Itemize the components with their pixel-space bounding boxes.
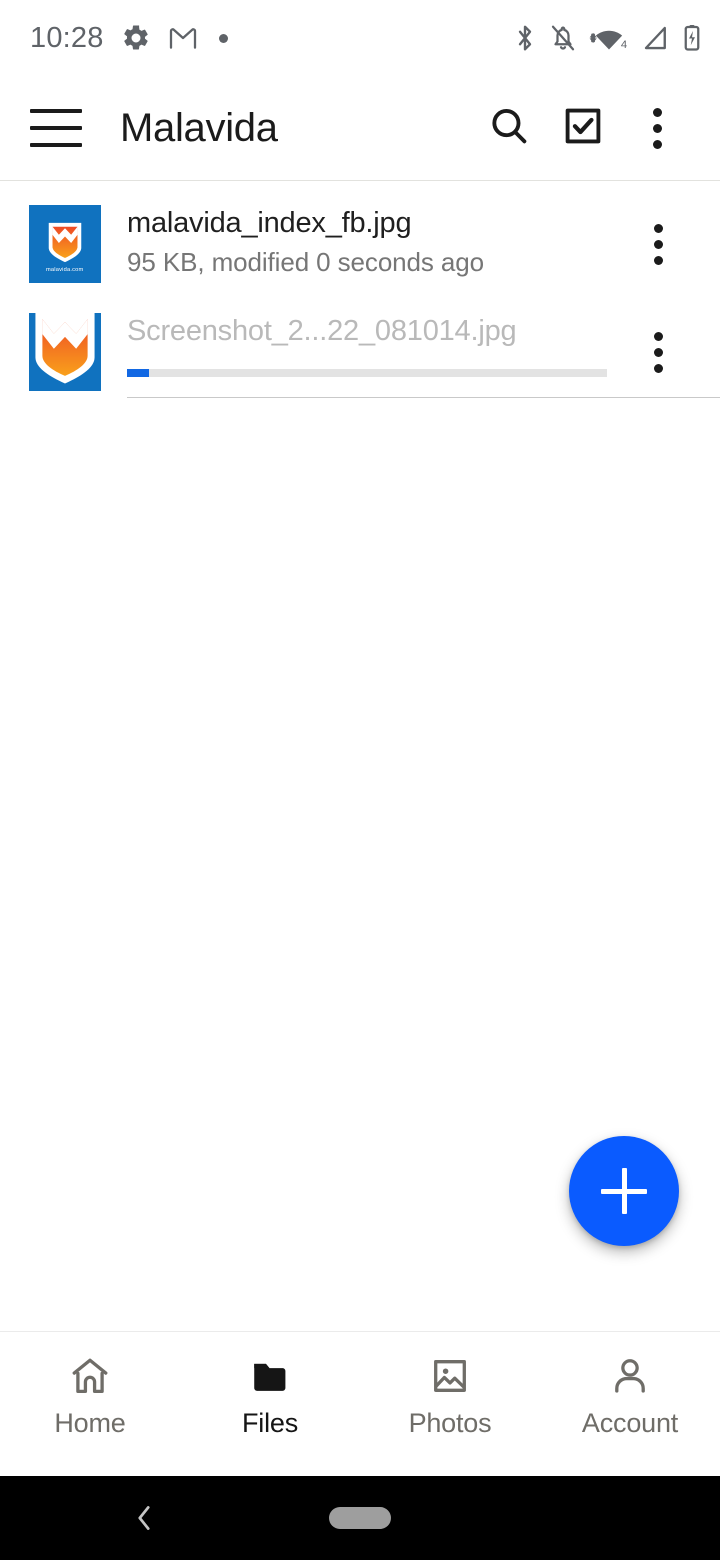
list-divider [127, 397, 720, 398]
status-clock: 10:28 [30, 21, 104, 54]
home-indicator-pill[interactable] [329, 1507, 391, 1529]
file-thumbnail: malavida.com [29, 205, 101, 283]
nav-item-photos[interactable]: Photos [360, 1354, 540, 1437]
folder-icon [248, 1354, 292, 1398]
more-vertical-icon [653, 331, 663, 373]
more-vertical-icon [652, 107, 662, 149]
upload-progress-bar [127, 369, 607, 378]
wifi-count-label: 4 [621, 39, 627, 51]
nav-label-account: Account [581, 1408, 679, 1438]
file-thumbnail: malavida.com [29, 313, 101, 391]
nav-label-photos: Photos [408, 1408, 492, 1438]
file-name: Screenshot_2...22_081014.jpg [127, 315, 517, 347]
system-navigation-bar [0, 1476, 720, 1560]
file-name: malavida_index_fb.jpg [127, 207, 412, 239]
bottom-navigation: Home Files Photos Account [0, 1331, 720, 1476]
back-chevron-icon[interactable] [124, 1498, 164, 1538]
nav-item-files[interactable]: Files [180, 1354, 360, 1437]
cell-signal-icon [641, 23, 671, 53]
bluetooth-icon [512, 23, 538, 53]
table-row[interactable]: malavida.com Screenshot_2...22_081014.jp… [0, 289, 720, 397]
app-bar: Malavida [0, 76, 720, 181]
file-row-menu-button[interactable] [622, 205, 694, 283]
status-bar: 10:28 4 [0, 0, 720, 76]
page-title: Malavida [120, 105, 278, 150]
file-subtitle: 95 KB, modified 0 seconds ago [127, 247, 484, 278]
table-row[interactable]: malavida.com malavida_index_fb.jpg 95 KB… [0, 181, 720, 289]
notification-dot-icon [218, 33, 228, 43]
gmail-icon [168, 26, 198, 50]
file-row-menu-button[interactable] [622, 313, 694, 391]
file-list: malavida.com malavida_index_fb.jpg 95 KB… [0, 181, 720, 1331]
malavida-logo-icon [45, 220, 85, 264]
app-bar-actions [472, 91, 694, 165]
status-bar-right: 4 [512, 23, 702, 53]
status-bar-left: 10:28 [30, 23, 228, 53]
malavida-logo-icon [29, 313, 101, 387]
nav-item-home[interactable]: Home [0, 1354, 180, 1437]
settings-gear-icon [121, 23, 151, 53]
plus-icon-vertical [621, 1168, 627, 1214]
notifications-silenced-icon [549, 23, 577, 53]
add-button[interactable] [569, 1136, 679, 1246]
app-root: 10:28 4 Malavida malavida.com malavida_i… [0, 0, 720, 1560]
person-icon [608, 1354, 652, 1398]
nav-label-home: Home [54, 1408, 126, 1438]
home-icon [68, 1354, 112, 1398]
file-row-body: Screenshot_2...22_081014.jpg [101, 311, 622, 378]
image-icon [428, 1354, 472, 1398]
nav-item-account[interactable]: Account [540, 1354, 720, 1437]
nav-label-files: Files [241, 1408, 298, 1438]
hamburger-menu-icon[interactable] [30, 105, 84, 151]
battery-charging-icon [682, 23, 702, 53]
more-vertical-icon [653, 223, 663, 265]
search-icon [487, 104, 531, 153]
file-row-body: malavida_index_fb.jpg 95 KB, modified 0 … [101, 203, 622, 280]
search-button[interactable] [472, 91, 546, 165]
upload-progress-fill [127, 369, 150, 378]
thumbnail-brand-label: malavida.com [46, 266, 84, 273]
wifi-data-icon: 4 [588, 23, 630, 53]
select-all-button[interactable] [546, 91, 620, 165]
overflow-menu-button[interactable] [620, 91, 694, 165]
checkbox-checked-icon [561, 104, 605, 153]
